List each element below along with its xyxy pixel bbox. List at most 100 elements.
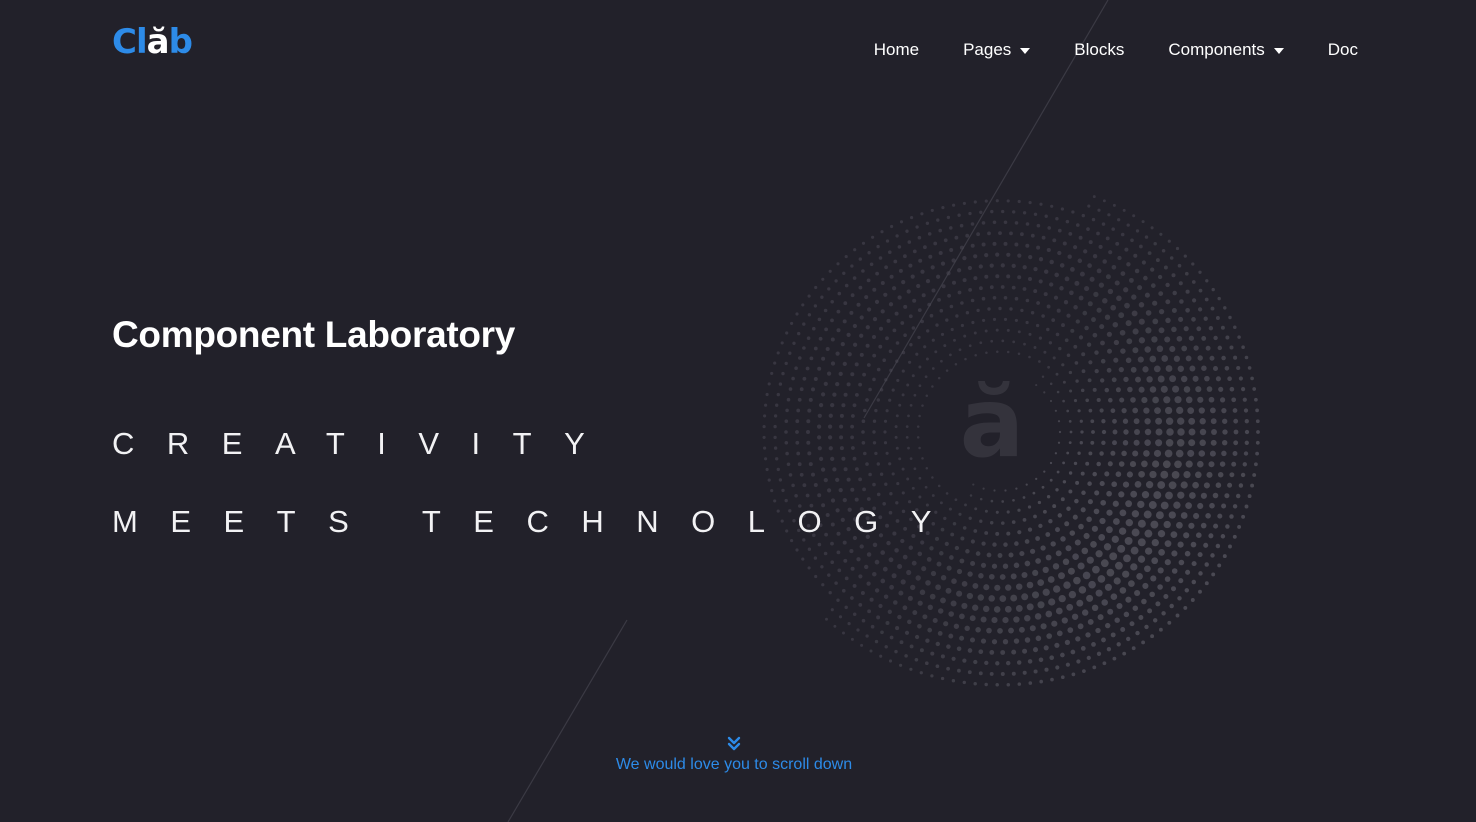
decorative-dot	[1016, 660, 1022, 665]
decorative-dot	[1157, 584, 1163, 590]
decorative-dot	[984, 531, 989, 535]
decorative-dot	[1241, 514, 1246, 519]
decorative-dot	[1098, 534, 1106, 541]
decorative-dot	[1028, 681, 1033, 685]
nav-item-doc[interactable]: Doc	[1328, 36, 1358, 64]
decorative-dot	[1068, 231, 1073, 236]
decorative-dot	[926, 329, 930, 333]
decorative-dot	[988, 595, 995, 602]
decorative-dot	[795, 440, 800, 445]
decorative-dot	[1022, 648, 1028, 654]
decorative-dot	[961, 581, 968, 587]
decorative-dot	[925, 278, 931, 284]
decorative-dot	[1091, 525, 1098, 532]
decorative-dot	[978, 573, 984, 579]
nav-item-components[interactable]: Components	[1168, 36, 1284, 64]
decorative-dot	[817, 542, 822, 547]
decorative-dot	[1210, 407, 1216, 414]
decorative-dot	[1220, 325, 1225, 330]
decorative-dot	[842, 631, 845, 635]
decorative-dot	[913, 467, 917, 471]
decorative-dot	[795, 419, 800, 424]
decorative-dot	[1021, 571, 1028, 579]
decorative-dot	[961, 602, 968, 609]
decorative-dot	[1172, 290, 1177, 296]
decorative-dot	[1108, 250, 1113, 255]
decorative-dot	[1035, 477, 1038, 481]
brand-logo[interactable]: Clăb	[112, 22, 193, 62]
decorative-dot	[941, 284, 946, 289]
decorative-dot	[930, 570, 937, 577]
decorative-dot	[1134, 429, 1140, 435]
decorative-dot	[1166, 428, 1174, 436]
decorative-dot	[1058, 572, 1065, 580]
decorative-dot	[866, 278, 871, 283]
decorative-dot	[908, 545, 913, 550]
decorative-dot	[964, 357, 967, 361]
decorative-dot	[939, 308, 944, 313]
decorative-dot	[1156, 345, 1164, 353]
decorative-dot	[1070, 267, 1075, 272]
decorative-dot	[1070, 649, 1076, 655]
decorative-dot	[1074, 539, 1081, 546]
decorative-dot	[1072, 514, 1078, 520]
decorative-dot	[1012, 210, 1016, 214]
decorative-dot	[1188, 417, 1196, 425]
decorative-dot	[797, 462, 802, 467]
decorative-dot	[978, 264, 983, 269]
decorative-dot	[1097, 208, 1101, 212]
decorative-dot	[1046, 633, 1053, 639]
decorative-dot	[858, 603, 863, 607]
decorative-dot	[929, 546, 934, 551]
decorative-dot	[1219, 397, 1226, 403]
decorative-dot	[1047, 576, 1055, 583]
decorative-dot	[1056, 470, 1060, 474]
decorative-dot	[1137, 285, 1143, 291]
decorative-dot	[888, 302, 894, 307]
decorative-dot	[1073, 576, 1081, 585]
decorative-dot	[1123, 287, 1129, 293]
decorative-dot	[1087, 499, 1093, 505]
decorative-dot	[1195, 532, 1202, 539]
decorative-dot	[1169, 375, 1177, 383]
decorative-dot	[1050, 677, 1054, 682]
decorative-dot	[1233, 355, 1238, 360]
decorative-dot	[1204, 562, 1209, 567]
decorative-dot	[1049, 461, 1053, 465]
decorative-dot	[1043, 350, 1047, 354]
decorative-dot	[784, 419, 789, 423]
decorative-dot	[814, 574, 818, 579]
decorative-dot	[1134, 589, 1141, 597]
decorative-dot	[891, 472, 895, 476]
decorative-dot	[1160, 470, 1169, 479]
decorative-dot	[836, 262, 840, 266]
decorative-dot	[906, 383, 910, 387]
decorative-dot	[959, 245, 964, 250]
decorative-dot	[1138, 337, 1146, 344]
decorative-dot	[889, 274, 894, 279]
decorative-dot	[1017, 508, 1021, 512]
nav-item-home[interactable]: Home	[874, 36, 919, 64]
decorative-dot	[866, 552, 872, 557]
nav-item-blocks[interactable]: Blocks	[1074, 36, 1124, 64]
decorative-dot	[944, 541, 949, 547]
decorative-dot	[827, 435, 833, 440]
decorative-dot	[901, 279, 906, 285]
decorative-dot	[869, 262, 874, 267]
decorative-dot	[1057, 513, 1063, 518]
decorative-dot	[1132, 214, 1136, 218]
decorative-dot	[885, 451, 889, 455]
decorative-dot	[1026, 581, 1034, 589]
decorative-dot	[1213, 523, 1219, 529]
decorative-dot	[1038, 360, 1041, 363]
decorative-dot	[1062, 241, 1067, 246]
decorative-dot	[1043, 470, 1046, 473]
decorative-dot	[836, 550, 841, 555]
decorative-dot	[894, 311, 899, 316]
decorative-dot	[1075, 319, 1080, 324]
decorative-dot	[844, 255, 848, 259]
scroll-down-hint[interactable]: We would love you to scroll down	[0, 736, 1468, 775]
nav-item-pages[interactable]: Pages	[963, 36, 1031, 64]
decorative-dot	[1171, 471, 1180, 479]
decorative-dot	[1040, 545, 1046, 551]
